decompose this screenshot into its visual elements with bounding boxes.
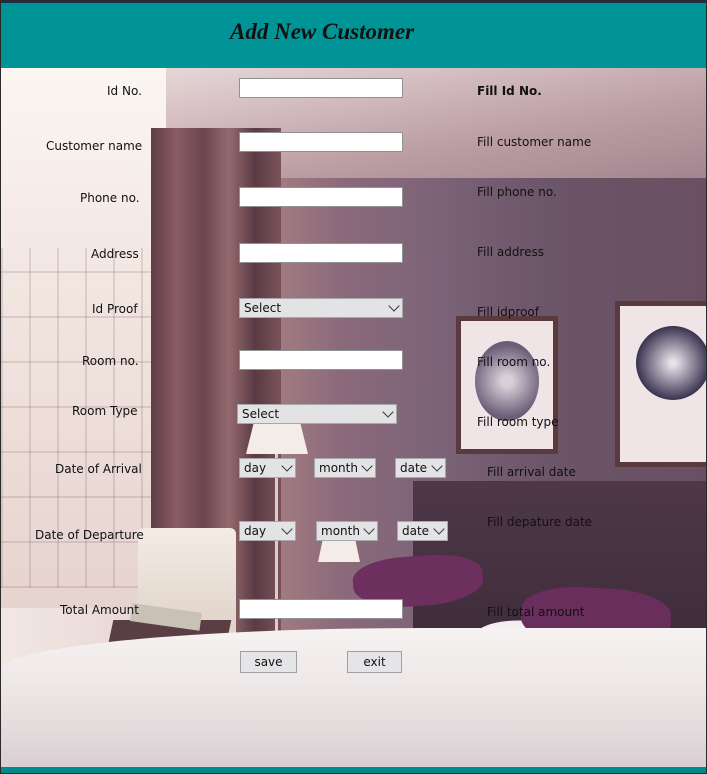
window-border (0, 0, 707, 774)
